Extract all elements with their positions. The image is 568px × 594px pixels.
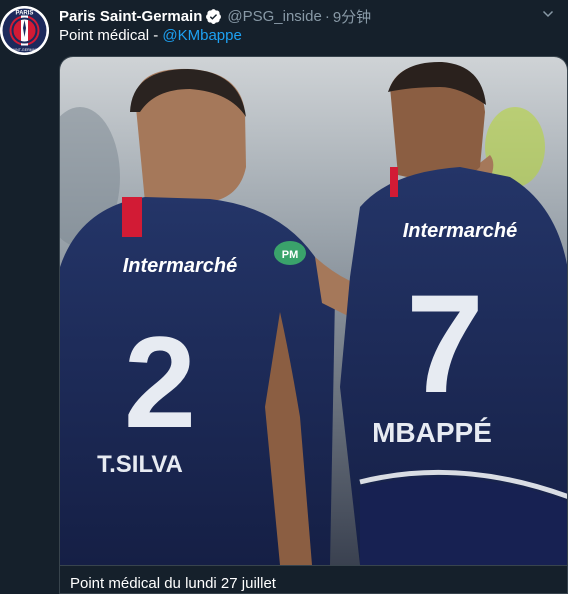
avatar[interactable]: PARIS SAINT-GERMAIN bbox=[0, 6, 49, 55]
right-jersey-number: 7 bbox=[406, 265, 484, 422]
tweet-text-body: Point médical - bbox=[59, 27, 163, 44]
author-name[interactable]: Paris Saint-Germain bbox=[59, 8, 202, 25]
chevron-down-icon[interactable] bbox=[542, 8, 554, 20]
psg-logo-icon: PARIS SAINT-GERMAIN bbox=[0, 6, 49, 55]
avatar-logo-text: PARIS bbox=[16, 11, 34, 17]
players-photo: Intermarché 2 T.SILVA PM Intermarché 7 M… bbox=[60, 57, 567, 565]
left-sponsor-label: Intermarché bbox=[123, 255, 238, 277]
separator: · bbox=[324, 7, 330, 25]
card-title[interactable]: Point médical du lundi 27 juillet bbox=[60, 565, 567, 593]
right-sponsor-label: Intermarché bbox=[403, 220, 518, 242]
author-handle[interactable]: @PSG_inside bbox=[227, 8, 321, 25]
media-card[interactable]: Intermarché 2 T.SILVA PM Intermarché 7 M… bbox=[59, 56, 568, 594]
verified-badge-icon bbox=[206, 8, 222, 24]
tweet-header: Paris Saint-Germain @PSG_inside · 9分钟 bbox=[59, 6, 558, 26]
left-jersey-name: T.SILVA bbox=[97, 451, 183, 478]
mention-link[interactable]: @KMbappe bbox=[162, 27, 241, 44]
right-jersey-name: MBAPPÉ bbox=[372, 417, 492, 448]
timestamp[interactable]: 9分钟 bbox=[333, 6, 371, 27]
tweet-text: Point médical - @KMbappe bbox=[59, 27, 242, 44]
tweet-photo[interactable]: Intermarché 2 T.SILVA PM Intermarché 7 M… bbox=[60, 57, 567, 565]
sleeve-badge: PM bbox=[282, 249, 299, 261]
avatar-logo-subtext: SAINT-GERMAIN bbox=[10, 48, 39, 52]
left-jersey-number: 2 bbox=[124, 309, 196, 455]
